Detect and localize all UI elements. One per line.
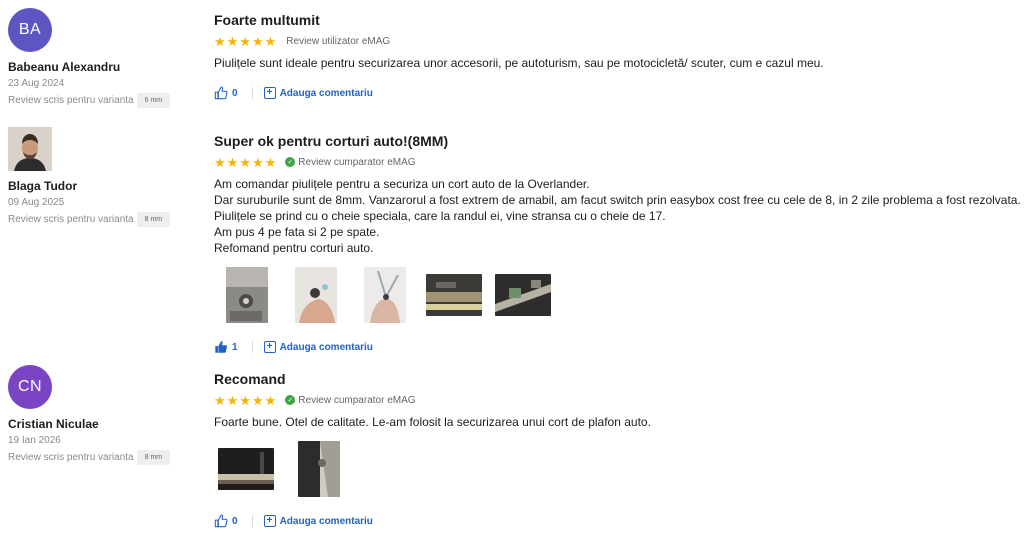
review-line: Am pus 4 pe fata si 2 pe spate. bbox=[214, 225, 380, 239]
review-content: Recomand ★ ★ ★ ★ ★ ✓ Review cumparator eMAG … bbox=[214, 370, 1019, 498]
star-rating: ★ ★ ★ ★ ★ bbox=[214, 35, 276, 48]
star-icon: ★ bbox=[251, 33, 264, 49]
review-photo[interactable] bbox=[495, 274, 551, 316]
add-comment-button[interactable]: + Adauga comentariu bbox=[263, 341, 373, 353]
star-icon: ★ bbox=[214, 154, 226, 170]
review-meta: ★ ★ ★ ★ ★ Review utilizator eMAG bbox=[214, 34, 1019, 48]
add-comment-label: Adauga comentariu bbox=[279, 341, 373, 353]
review-meta: ★ ★ ★ ★ ★ ✓ Review cumparator eMAG bbox=[214, 155, 1019, 169]
variant-info: Review scris pentru varianta 8 mm bbox=[8, 450, 171, 465]
author-name: Cristian Niculae bbox=[8, 417, 99, 431]
review-photos bbox=[214, 440, 1019, 498]
avatar: BA bbox=[8, 8, 52, 52]
like-button[interactable]: 1 bbox=[214, 340, 238, 354]
review-line: Refomand pentru corturi auto. bbox=[214, 241, 374, 255]
star-icon: ★ bbox=[239, 33, 251, 49]
review-photo[interactable] bbox=[364, 267, 406, 323]
star-icon: ★ bbox=[251, 392, 264, 408]
review-actions: 1 + Adauga comentariu bbox=[214, 340, 373, 354]
star-icon: ★ bbox=[226, 33, 239, 49]
review-date: 19 Ian 2026 bbox=[8, 435, 61, 446]
review-badge: Review cumparator eMAG bbox=[298, 156, 416, 168]
avatar bbox=[8, 127, 52, 171]
review-line: Piulițele sunt ideale pentru securizarea… bbox=[214, 56, 824, 70]
variant-label: Review scris pentru varianta bbox=[8, 95, 134, 106]
review-actions: 0 + Adauga comentariu bbox=[214, 514, 373, 528]
review-body: Am comandar piulițele pentru a securiza … bbox=[214, 176, 1021, 256]
review-line: Foarte bune. Otel de calitate. Le-am fol… bbox=[214, 415, 651, 429]
review-title: Super ok pentru corturi auto!(8MM) bbox=[214, 133, 449, 149]
verified-check-icon: ✓ bbox=[285, 157, 296, 167]
review-content: Foarte multumit ★ ★ ★ ★ ★ Review utilizator … bbox=[214, 11, 1019, 71]
add-comment-label: Adauga comentariu bbox=[279, 87, 373, 99]
like-button[interactable]: 0 bbox=[214, 514, 238, 528]
variant-badge: 8 mm bbox=[136, 212, 171, 227]
review-body: Foarte bune. Otel de calitate. Le-am fol… bbox=[214, 414, 1019, 430]
variant-label: Review scris pentru varianta bbox=[8, 452, 134, 463]
divider bbox=[251, 515, 253, 527]
review-photo[interactable] bbox=[295, 267, 337, 323]
plus-icon: + bbox=[263, 87, 276, 99]
author-name: Babeanu Alexandru bbox=[8, 60, 121, 74]
review-date: 09 Aug 2025 bbox=[8, 197, 65, 208]
review-photo[interactable] bbox=[226, 267, 268, 323]
star-rating: ★ ★ ★ ★ ★ bbox=[214, 156, 276, 169]
add-comment-label: Adauga comentariu bbox=[279, 515, 373, 527]
review-badge: Review utilizator eMAG bbox=[286, 35, 391, 47]
thumbs-up-icon bbox=[214, 86, 228, 100]
variant-label: Review scris pentru varianta bbox=[8, 214, 134, 225]
review-actions: 0 + Adauga comentariu bbox=[214, 86, 373, 100]
verified-check-icon: ✓ bbox=[285, 395, 296, 405]
plus-icon: + bbox=[263, 341, 276, 353]
review-title: Recomand bbox=[214, 371, 286, 387]
review-line: Piulițele se prind cu o cheie speciala, … bbox=[214, 209, 666, 223]
variant-badge: 6 mm bbox=[136, 93, 171, 108]
divider bbox=[251, 341, 253, 353]
variant-info: Review scris pentru varianta 8 mm bbox=[8, 212, 171, 227]
star-icon: ★ bbox=[214, 33, 226, 49]
review-content: Super ok pentru corturi auto!(8MM) ★ ★ ★ ★ ★… bbox=[214, 132, 1021, 324]
avatar: CN bbox=[8, 365, 52, 409]
like-count: 1 bbox=[232, 341, 238, 353]
star-icon: ★ bbox=[239, 392, 251, 408]
star-icon: ★ bbox=[264, 392, 277, 408]
variant-info: Review scris pentru varianta 6 mm bbox=[8, 93, 171, 108]
like-button[interactable]: 0 bbox=[214, 86, 238, 100]
star-icon: ★ bbox=[226, 154, 239, 170]
thumbs-up-filled-icon bbox=[215, 341, 227, 353]
review-body: Piulițele sunt ideale pentru securizarea… bbox=[214, 55, 1019, 71]
star-icon: ★ bbox=[239, 154, 251, 170]
review-line: Dar suruburile sunt de 8mm. Vanzarorul a… bbox=[214, 193, 1021, 207]
add-comment-button[interactable]: + Adauga comentariu bbox=[263, 515, 373, 527]
review-photo[interactable] bbox=[426, 274, 482, 316]
like-count: 0 bbox=[232, 515, 238, 527]
review-date: 23 Aug 2024 bbox=[8, 78, 65, 89]
review-photos bbox=[214, 266, 1019, 324]
thumbs-up-icon bbox=[214, 514, 228, 528]
user-photo-icon bbox=[8, 127, 52, 171]
star-icon: ★ bbox=[264, 154, 277, 170]
review-title: Foarte multumit bbox=[214, 12, 320, 28]
star-icon: ★ bbox=[264, 33, 277, 49]
author-name: Blaga Tudor bbox=[8, 179, 78, 193]
like-count: 0 bbox=[232, 87, 238, 99]
review-meta: ★ ★ ★ ★ ★ ✓ Review cumparator eMAG bbox=[214, 393, 1019, 407]
divider bbox=[251, 87, 253, 99]
variant-badge: 8 mm bbox=[136, 450, 171, 465]
plus-icon: + bbox=[263, 515, 276, 527]
review-badge: Review cumparator eMAG bbox=[298, 394, 416, 406]
star-icon: ★ bbox=[251, 154, 264, 170]
star-icon: ★ bbox=[214, 392, 226, 408]
review-photo[interactable] bbox=[298, 441, 340, 497]
star-icon: ★ bbox=[226, 392, 239, 408]
review-line: Am comandar piulițele pentru a securiza … bbox=[214, 177, 590, 191]
add-comment-button[interactable]: + Adauga comentariu bbox=[263, 87, 373, 99]
star-rating: ★ ★ ★ ★ ★ bbox=[214, 394, 276, 407]
review-photo[interactable] bbox=[218, 448, 274, 490]
